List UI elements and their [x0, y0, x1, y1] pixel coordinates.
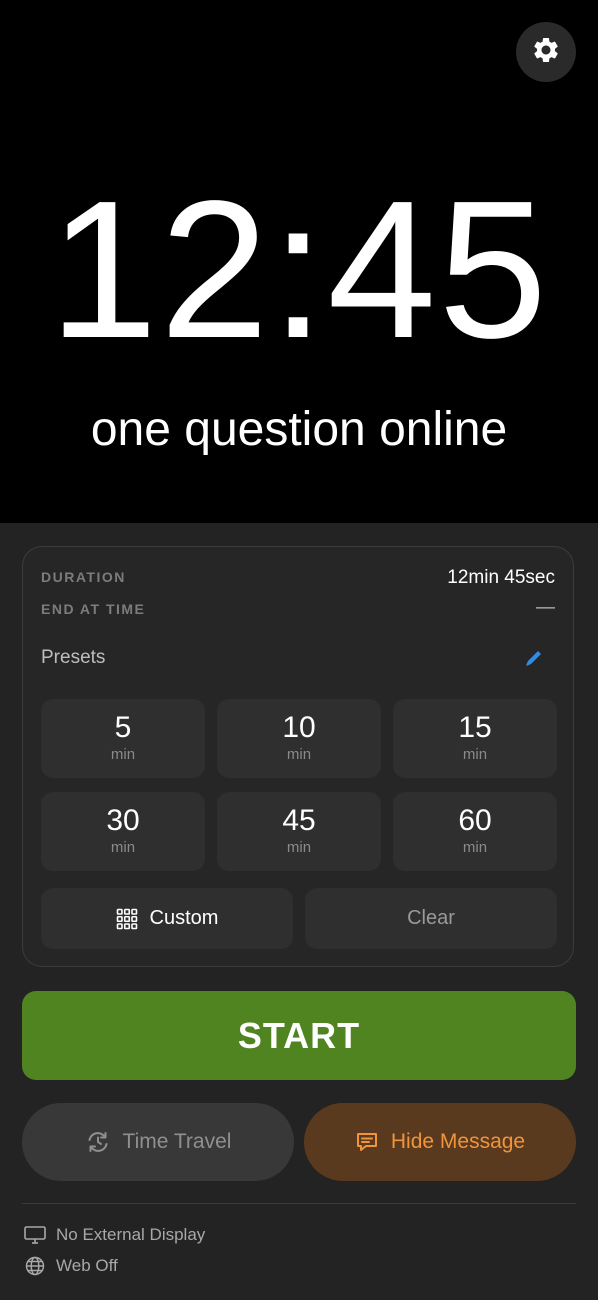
external-display-text: No External Display	[56, 1225, 206, 1244]
time-travel-label: Time Travel	[122, 1130, 232, 1153]
preset-45-min[interactable]: 45 min	[217, 792, 381, 871]
preset-unit: min	[462, 746, 488, 763]
preset-value: 10	[282, 711, 316, 744]
web-status-text: Web Off	[56, 1256, 118, 1275]
preset-30-min[interactable]: 30 min	[41, 792, 205, 871]
timer-settings-panel: DURATION 12min 45sec END AT TIME — Prese…	[22, 546, 574, 967]
start-button[interactable]: START	[22, 991, 576, 1080]
preset-5-min[interactable]: 5 min	[41, 699, 205, 778]
preset-value: 45	[282, 804, 316, 837]
preset-unit: min	[110, 839, 136, 856]
countdown-time: 12:45	[48, 160, 550, 379]
divider	[22, 1203, 576, 1204]
settings-button[interactable]	[516, 22, 576, 82]
history-icon	[85, 1129, 111, 1155]
web-status: Web Off	[24, 1256, 118, 1276]
preset-value: 60	[458, 804, 492, 837]
clear-button[interactable]: Clear	[305, 888, 557, 949]
preset-unit: min	[110, 746, 136, 763]
timer-message: one question online	[90, 403, 508, 456]
preset-unit: min	[286, 746, 312, 763]
gear-icon	[531, 35, 561, 70]
start-label: START	[237, 1014, 361, 1056]
external-display-status: No External Display	[24, 1225, 205, 1245]
custom-label: Custom	[149, 907, 219, 929]
edit-presets-button[interactable]	[523, 647, 545, 674]
globe-icon	[24, 1256, 56, 1276]
presets-label: Presets	[41, 647, 106, 668]
custom-button[interactable]: Custom	[41, 888, 293, 949]
duration-label: DURATION	[41, 569, 126, 585]
preset-unit: min	[286, 839, 312, 856]
duration-value: 12min 45sec	[447, 567, 555, 588]
hide-message-button[interactable]: Hide Message	[304, 1103, 576, 1181]
hide-message-label: Hide Message	[390, 1130, 526, 1153]
timer-display-area: 12:45 one question online	[0, 0, 598, 523]
preset-value: 30	[106, 804, 140, 837]
end-time-label: END AT TIME	[41, 601, 146, 617]
preset-10-min[interactable]: 10 min	[217, 699, 381, 778]
preset-unit: min	[462, 839, 488, 856]
grid-icon	[116, 908, 138, 930]
preset-value: 15	[458, 711, 492, 744]
clear-label: Clear	[407, 907, 455, 929]
time-travel-button[interactable]: Time Travel	[22, 1103, 294, 1181]
end-time-value: —	[536, 597, 555, 618]
message-icon	[355, 1130, 379, 1154]
monitor-icon	[24, 1225, 56, 1245]
pencil-icon	[523, 651, 545, 673]
preset-15-min[interactable]: 15 min	[393, 699, 557, 778]
preset-value: 5	[114, 711, 132, 744]
preset-60-min[interactable]: 60 min	[393, 792, 557, 871]
